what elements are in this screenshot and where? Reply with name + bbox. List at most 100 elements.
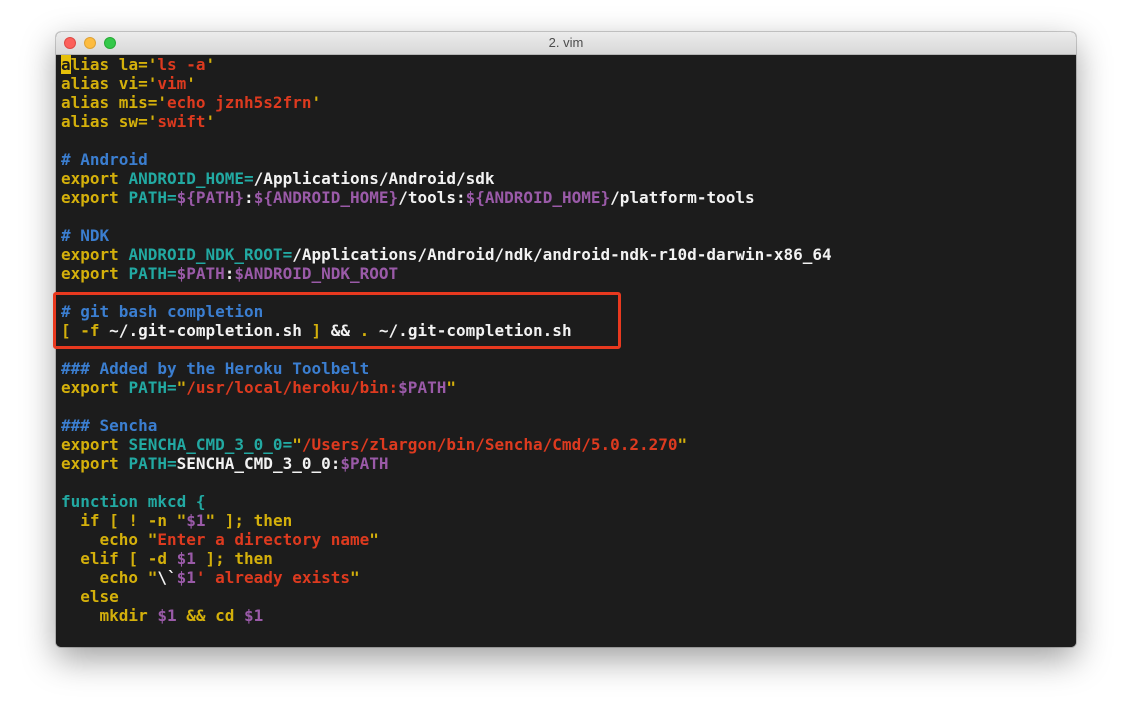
code-token: ' [186,74,196,93]
code-token: /platform-tools [610,188,755,207]
window-title: 2. vim [548,35,584,50]
code-token: export [61,378,129,397]
code-token: echo [61,530,148,549]
code-token: /usr/local/heroku/bin: [186,378,399,397]
editor-line: # NDK [61,226,1076,245]
code-token: vim [157,74,187,93]
code-token: PATH= [128,378,177,397]
editor-line: export PATH="/usr/local/heroku/bin:$PATH… [61,378,1076,397]
code-token: ANDROID_NDK_ROOT= [128,245,293,264]
code-token: " [147,530,158,549]
editor-line: alias la='ls -a' [61,55,1076,74]
code-token: /Users/zlargon/bin/Sencha/Cmd/5.0.2.270 [301,435,678,454]
code-token: ' [311,93,322,112]
code-token: alias mis= [61,93,158,112]
editor-line: function mkcd { [61,492,1076,511]
code-token: lias la= [70,55,148,74]
code-token: PATH= [128,454,177,473]
editor-line: alias mis='echo jznh5s2frn' [61,93,1076,112]
code-token: /tools: [398,188,466,207]
code-token: mkdir [61,606,158,625]
code-token: PATH= [128,264,177,283]
code-token: $1 [244,606,264,625]
code-token: alias sw= [61,112,148,131]
code-token: $1 [157,606,177,625]
code-token: $ANDROID_NDK_ROOT [234,264,399,283]
code-token: SENCHA_CMD_3_0_0= [128,435,293,454]
editor-line: echo "Enter a directory name" [61,530,1076,549]
code-token: ### Added by the Heroku Toolbelt [61,359,370,378]
code-token: /Applications/Android/sdk [253,169,495,188]
editor-line: alias sw='swift' [61,112,1076,131]
code-token: export [61,264,129,283]
title-bar[interactable]: 2. vim [56,32,1076,55]
editor-line: else [61,587,1076,606]
code-token: else [61,587,119,606]
code-token: $1 [176,549,196,568]
code-token: ' [147,112,158,131]
editor-line: if [ ! -n "$1" ]; then [61,511,1076,530]
code-token: export [61,454,129,473]
code-token: echo [61,568,148,587]
code-token: $PATH [398,378,447,397]
editor-line: export PATH=$PATH:$ANDROID_NDK_ROOT [61,264,1076,283]
code-token: " [176,511,187,530]
code-token: $PATH [176,264,225,283]
code-token: echo jznh5s2frn [166,93,312,112]
code-token: ' [147,55,158,74]
code-token: ### Sencha [61,416,158,435]
code-token: $PATH [340,454,389,473]
code-token: : [224,264,235,283]
cursor-char: a [61,55,71,74]
code-token: ' [205,55,216,74]
code-token: ]; then [215,511,293,530]
code-token: " [292,435,302,454]
code-token: " [147,568,158,587]
editor-line: export ANDROID_HOME=/Applications/Androi… [61,169,1076,188]
code-token: ${PATH} [176,188,245,207]
code-token: export [61,435,129,454]
code-token: # NDK [61,226,110,245]
editor-line: ### Sencha [61,416,1076,435]
code-token: " [176,378,187,397]
code-token: function mkcd { [61,492,206,511]
code-token: SENCHA_CMD_3_0_0: [176,454,341,473]
code-token: ' already exists [195,568,350,587]
code-token: export [61,245,129,264]
code-token: $1 [186,511,206,530]
editor-line: export PATH=SENCHA_CMD_3_0_0:$PATH [61,454,1076,473]
code-token: if [ ! -n [61,511,177,530]
code-token: " [446,378,456,397]
code-token: \` [157,568,177,587]
git-completion-highlight-box [53,292,621,349]
code-token: $1 [176,568,196,587]
code-token: && cd [176,606,245,625]
code-token: Enter a directory name [157,530,370,549]
editor-line: elif [ -d $1 ]; then [61,549,1076,568]
code-token: elif [ -d [61,549,177,568]
code-token: " [369,530,379,549]
editor-line: ### Added by the Heroku Toolbelt [61,359,1076,378]
code-token: export [61,188,129,207]
editor-line: export SENCHA_CMD_3_0_0="/Users/zlargon/… [61,435,1076,454]
editor-line: export PATH=${PATH}:${ANDROID_HOME}/tool… [61,188,1076,207]
code-token: " [677,435,688,454]
editor-line: mkdir $1 && cd $1 [61,606,1076,625]
code-token: alias vi= [61,74,148,93]
editor-line: # Android [61,150,1076,169]
code-token: swift [157,112,206,131]
code-token: # Android [61,150,148,169]
code-token: ANDROID_HOME= [128,169,254,188]
code-token: /Applications/Android/ndk/android-ndk-r1… [292,245,832,264]
code-token: ]; then [195,549,273,568]
code-token: export [61,169,129,188]
code-token: " [205,511,216,530]
code-token: ' [157,93,167,112]
code-token: " [350,568,360,587]
code-token: : [244,188,254,207]
vim-editor-area[interactable]: alias la='ls -a' alias vi='vim' alias mis=… [56,55,1076,647]
